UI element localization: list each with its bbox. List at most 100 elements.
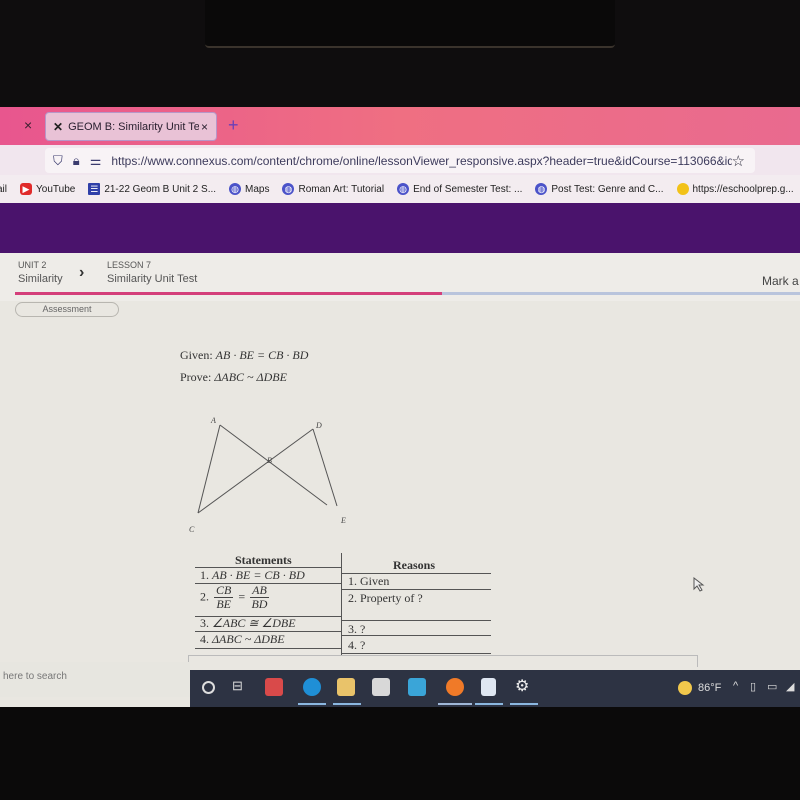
weather-sun-icon[interactable]	[678, 681, 692, 695]
row-divider	[195, 648, 341, 649]
globe-icon: ◍	[229, 183, 242, 195]
tab-close-icon[interactable]: ×	[201, 120, 208, 134]
active-indicator	[333, 703, 361, 705]
lesson-progress-bar	[15, 292, 800, 295]
row-divider	[341, 653, 491, 654]
statement-1: 1. AB · BE = CB · BD	[200, 568, 305, 583]
given-expression: AB · BE = CB · BD	[215, 348, 309, 362]
denominator: BD	[251, 597, 268, 611]
statements-header: Statements	[235, 553, 292, 567]
row-number: 2.	[200, 589, 209, 604]
statement-text: ∠ABC ≅ ∠DBE	[212, 616, 296, 630]
weather-temperature[interactable]: 86°F	[698, 682, 721, 694]
file-explorer-icon[interactable]	[337, 678, 355, 696]
permissions-icon[interactable]: ⚌	[90, 153, 102, 169]
given-statement: Given: AB · BE = CB · BD	[180, 348, 308, 363]
segment-AE	[219, 424, 328, 506]
segment-DE	[312, 428, 338, 507]
row-number: 1.	[200, 568, 209, 582]
row-number: 4.	[200, 632, 209, 646]
bookmark-label: Post Test: Genre and C...	[551, 183, 664, 195]
denominator: BE	[216, 597, 231, 611]
prove-expression: ΔABC ~ ΔDBE	[214, 370, 287, 384]
new-tab-button[interactable]: +	[228, 115, 239, 136]
vertex-label-E: E	[340, 516, 346, 525]
lock-icon[interactable]: 🔒︎	[73, 153, 80, 169]
globe-icon: ◍	[397, 183, 410, 195]
statement-text: AB · BE = CB · BD	[212, 568, 305, 582]
bookmark-star-icon[interactable]: ☆	[732, 152, 745, 170]
vertex-label-D: D	[315, 421, 322, 430]
bookmark-label: YouTube	[36, 183, 76, 195]
connexus-logo-icon: ✕	[53, 119, 64, 134]
tab-title: GEOM B: Similarity Unit Test - P	[68, 120, 199, 133]
bookmark-roman-art[interactable]: ◍ Roman Art: Tutorial	[282, 183, 384, 195]
reason-1: 1. Given	[348, 574, 390, 588]
bookmark-label: Maps	[245, 183, 270, 195]
shield-icon[interactable]: ⛉	[53, 153, 63, 169]
url-text[interactable]: https://www.connexus.com/content/chrome/…	[111, 154, 731, 168]
unit-label: UNIT 2	[18, 260, 47, 270]
bookmark-label: 21-22 Geom B Unit 2 S...	[104, 183, 217, 195]
statement-2: 2. CB BE = AB BD	[200, 584, 271, 611]
segment-CD	[197, 428, 314, 514]
youtube-icon: ▶	[20, 183, 33, 195]
reason-4: 4. ?	[348, 638, 366, 652]
lesson-label: LESSON 7	[107, 260, 152, 270]
tablet-icon[interactable]: ▯	[750, 680, 756, 693]
bookmark-gmail[interactable]: ail	[0, 184, 7, 195]
battery-icon[interactable]: ▭	[767, 680, 777, 693]
active-indicator	[438, 703, 472, 705]
cortana-icon[interactable]	[202, 681, 215, 694]
camera-housing	[205, 0, 615, 48]
bulb-icon	[676, 183, 689, 195]
site-header	[0, 203, 800, 253]
numerator: AB	[252, 583, 267, 597]
firefox-icon[interactable]	[446, 678, 464, 696]
store-icon[interactable]	[372, 678, 390, 696]
active-indicator	[298, 703, 326, 705]
fraction-right: AB BD	[250, 584, 269, 611]
fraction-left: CB BE	[214, 583, 234, 611]
breadcrumb-lesson: LESSON 7 Similarity Unit Test	[107, 260, 197, 285]
bookmark-eschoolprep[interactable]: https://eschoolprep.g...	[676, 183, 794, 195]
bookmark-maps[interactable]: ◍ Maps	[229, 183, 269, 195]
mail-icon[interactable]	[408, 678, 426, 696]
laptop-bezel-bottom	[0, 707, 800, 800]
tray-chevron-icon[interactable]: ^	[733, 680, 738, 692]
navigation-bar: ⛉ 🔒︎ ⚌ https://www.connexus.com/content/…	[0, 145, 800, 175]
reason-2: 2. Property of ?	[348, 591, 423, 605]
tab-bar: × ✕ GEOM B: Similarity Unit Test - P × +	[0, 107, 800, 145]
edge-icon[interactable]	[303, 678, 321, 696]
news-app-icon[interactable]	[265, 678, 283, 696]
lesson-breadcrumb-bar: UNIT 2 Similarity › LESSON 7 Similarity …	[0, 253, 800, 301]
laptop-bezel-top	[0, 0, 800, 107]
statement-4: 4. ΔABC ~ ΔDBE	[200, 632, 285, 647]
tab-active[interactable]: ✕ GEOM B: Similarity Unit Test - P ×	[45, 112, 217, 141]
taskbar: ⊟ ⚙ 86°F ^ ▯ ▭ ◢	[190, 670, 800, 707]
bookmark-semester-test[interactable]: ◍ End of Semester Test: ...	[397, 183, 522, 195]
row-divider	[341, 589, 491, 590]
task-view-icon[interactable]: ⊟	[232, 678, 243, 696]
close-icon[interactable]: ×	[24, 117, 32, 133]
mark-complete-link[interactable]: Mark a	[762, 274, 799, 288]
bookmark-post-test[interactable]: ◍ Post Test: Genre and C...	[535, 183, 664, 195]
numerator: CB	[216, 583, 232, 597]
answer-input-area[interactable]	[188, 655, 698, 667]
settings-gear-icon[interactable]: ⚙	[515, 676, 529, 695]
bookmark-youtube[interactable]: ▶ YouTube	[20, 183, 75, 195]
row-number: 3.	[200, 616, 209, 630]
statement-text: ΔABC ~ ΔDBE	[212, 632, 285, 646]
vertex-label-B: B	[267, 456, 272, 465]
wifi-icon[interactable]: ◢	[786, 680, 794, 693]
globe-icon: ◍	[282, 183, 295, 195]
taskbar-search-input[interactable]: here to search	[0, 662, 190, 697]
screen: × ✕ GEOM B: Similarity Unit Test - P × +…	[0, 107, 800, 707]
document-app-icon[interactable]	[481, 678, 496, 696]
bookmark-label: Roman Art: Tutorial	[298, 183, 385, 195]
address-bar[interactable]: ⛉ 🔒︎ ⚌ https://www.connexus.com/content/…	[45, 148, 755, 173]
breadcrumb-unit[interactable]: UNIT 2 Similarity	[18, 260, 63, 285]
bookmark-geom-sheet[interactable]: ☰ 21-22 Geom B Unit 2 S...	[88, 183, 216, 195]
active-indicator	[510, 703, 538, 705]
mouse-cursor-icon	[693, 577, 705, 592]
